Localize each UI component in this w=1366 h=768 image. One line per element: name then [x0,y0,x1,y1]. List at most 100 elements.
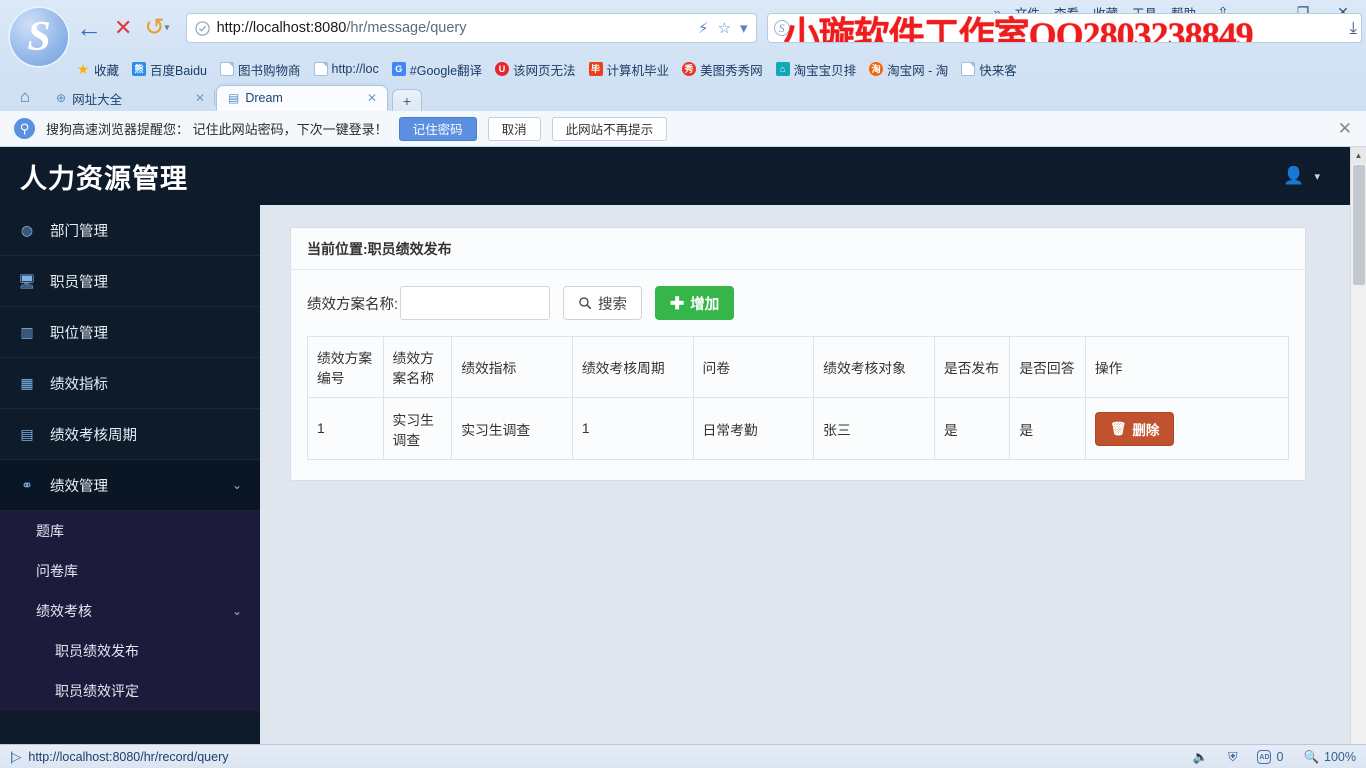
tab-close-icon[interactable]: ✕ [193,91,207,105]
tab-dream[interactable]: ▤ Dream ✕ [216,85,388,111]
bookmark-star-icon[interactable]: ☆ [718,19,731,37]
cell-cycle: 1 [571,397,694,460]
sidebar-item-performance[interactable]: ⚭ 绩效管理 ⌄ [0,460,260,511]
speaker-icon[interactable]: 🔈 [1193,750,1209,765]
sidebar-item-label: 职员绩效发布 [55,643,139,659]
taobao-rank-icon: ⌂ [775,62,790,76]
bookmark-taobao[interactable]: 淘淘宝网 - 淘 [869,60,948,79]
search-button[interactable]: 搜索 [563,286,643,320]
taobao-icon: 淘 [869,62,884,76]
ad-count: 0 [1276,750,1284,764]
address-path: /hr/message/query [346,20,467,36]
search-button-label: 搜索 [598,296,628,313]
reload-button[interactable]: ↺▾ [144,16,169,40]
sidebar-item-label: 职员管理 [50,274,108,291]
monitor-icon: 🖥 [18,272,36,289]
table-icon: ▤ [20,425,34,442]
download-icon[interactable]: ⤓ [1349,18,1357,38]
sidebar-item-question-bank[interactable]: 题库 [0,511,260,551]
never-ask-button[interactable]: 此网站不再提示 [551,116,668,141]
scrollbar-thumb[interactable] [1352,165,1365,285]
chevron-down-icon: ⌄ [231,478,242,492]
bookmark-label: 百度Baidu [150,63,207,78]
notification-close-icon[interactable]: ✕ [1338,119,1356,139]
tab-label: 网址大全 [72,92,123,107]
sidebar-item-employee[interactable]: 🖥 职员管理 [0,256,260,307]
body-split: ◍ 部门管理 🖥 职员管理 ▥ 职位管理 ▦ 绩效指标 ▤ 绩效考核周期 ⚭ 绩… [0,205,1350,744]
lightning-icon[interactable]: ⚡ [698,19,709,37]
tab-close-icon[interactable]: ✕ [365,91,379,105]
page-icon [961,62,976,76]
performance-table: 绩效方案编号 绩效方案名称 绩效指标 绩效考核周期 问卷 绩效考核对象 是否发布… [307,336,1290,460]
sidebar-item-kpi[interactable]: ▦ 绩效指标 [0,358,260,409]
sidebar-item-cycle[interactable]: ▤ 绩效考核周期 [0,409,260,460]
tab-wangzhidaquan[interactable]: ⊕ 网址大全 ✕ [44,85,216,111]
toolbox-icon[interactable]: ⛨ [1228,750,1237,765]
home-icon[interactable]: ⌂ [6,87,44,111]
bookmark-baidu[interactable]: 熊百度Baidu [132,60,207,79]
sidebar-item-department[interactable]: ◍ 部门管理 [0,205,260,256]
user-icon: 👤 [1283,166,1305,185]
column-header-actions: 操作 [1084,336,1290,398]
remember-password-button[interactable]: 记住密码 [398,116,477,141]
user-menu[interactable]: 👤 ▾ [1283,166,1320,186]
search-label: 绩效方案名称: [307,296,399,313]
bookmark-uc[interactable]: U 该网页无法 [495,60,576,79]
sidebar-item-publish[interactable]: 职员绩效发布 [0,631,260,671]
column-header-kpi: 绩效指标 [451,336,573,398]
address-caret-icon[interactable]: ▾ [740,19,748,37]
table-header-row: 绩效方案编号 绩效方案名称 绩效指标 绩效考核周期 问卷 绩效考核对象 是否发布… [307,336,1290,398]
search-box[interactable]: S 小璇软件工作室QQ2803238849 ⤓ [766,13,1362,43]
stop-button[interactable]: ✕ [114,17,132,39]
search-input[interactable] [400,286,551,320]
delete-button-label: 删除 [1132,422,1160,438]
page-icon [220,62,234,76]
sidebar-item-questionnaire-bank[interactable]: 问卷库 [0,551,260,591]
bookmark-google-translate[interactable]: G #Google翻译 [391,60,483,79]
bookmark-meitu[interactable]: 秀美图秀秀网 [682,60,763,79]
sidebar-item-label: 绩效指标 [50,376,108,393]
cell-target: 张三 [813,397,935,460]
bookmark-localhost[interactable]: http://loc [313,62,379,76]
password-save-notification: ⚲ 搜狗高速浏览器提醒您： 记住此网站密码，下次一键登录！ 记住密码 取消 此网… [0,111,1366,147]
bookmark-label: 淘宝网 - 淘 [887,63,949,78]
back-button[interactable]: ← [76,15,102,41]
ad-blocker-status[interactable]: AD 0 [1257,750,1283,764]
column-header-cycle: 绩效考核周期 [571,336,694,398]
bookmark-favorites[interactable]: ★ 收藏 [76,60,119,79]
delete-button[interactable]: 🗑 删除 [1094,411,1175,446]
sidebar-item-position[interactable]: ▥ 职位管理 [0,307,260,358]
bookmark-kuailaike[interactable]: 快来客 [961,60,1017,79]
bookmark-graduation[interactable]: 毕计算机毕业 [588,60,669,79]
baidu-icon: 熊 [132,62,147,76]
web-page: 人力资源管理 👤 ▾ ◍ 部门管理 🖥 职员管理 ▥ 职位管理 ▦ 绩效指标 ▤… [0,147,1350,744]
sitemap-icon: ⚭ [21,476,33,493]
watermark-text: 小璇软件工作室QQ2803238849 [783,15,1254,43]
bookmark-taobao-rank[interactable]: ⌂ 淘宝宝贝排 [775,60,856,79]
new-tab-button[interactable]: + [392,89,422,111]
add-button[interactable]: ✚ 增加 [655,286,735,320]
split-view-icon[interactable]: |▷ [10,749,21,765]
cancel-button[interactable]: 取消 [487,116,541,141]
bar-chart-icon: ▥ [20,323,34,340]
trash-icon: 🗑 [1109,420,1127,436]
sidebar-item-label: 题库 [36,523,64,539]
search-icon [579,297,592,310]
security-shield-icon [194,20,210,36]
browser-status-bar: |▷ http://localhost:8080/hr/record/query… [0,744,1366,768]
scroll-up-arrow-icon[interactable]: ▲ [1350,147,1366,164]
sidebar: ◍ 部门管理 🖥 职员管理 ▥ 职位管理 ▦ 绩效指标 ▤ 绩效考核周期 ⚭ 绩… [0,205,260,744]
column-header-questionnaire: 问卷 [692,336,815,398]
dashboard-icon: ◍ [20,221,34,238]
sidebar-item-evaluate[interactable]: 职员绩效评定 [0,671,260,711]
bookmark-label: 美图秀秀网 [700,63,763,78]
column-header-plan-id: 绩效方案编号 [307,336,384,398]
sidebar-item-assessment[interactable]: 绩效考核 ⌄ [0,591,260,631]
table-row: 1 实习生调查 实习生调查 1 日常考勤 张三 是 是 🗑 删除 [307,397,1290,460]
page-scrollbar[interactable]: ▲ [1350,147,1366,744]
zoom-control[interactable]: 🔍 100% [1303,750,1356,765]
bookmark-label: #Google翻译 [409,63,483,78]
tab-label: Dream [245,91,283,105]
bookmark-bookshop[interactable]: 图书购物商 [220,60,301,79]
address-bar[interactable]: http://localhost:8080/hr/message/query ⚡… [185,13,757,43]
